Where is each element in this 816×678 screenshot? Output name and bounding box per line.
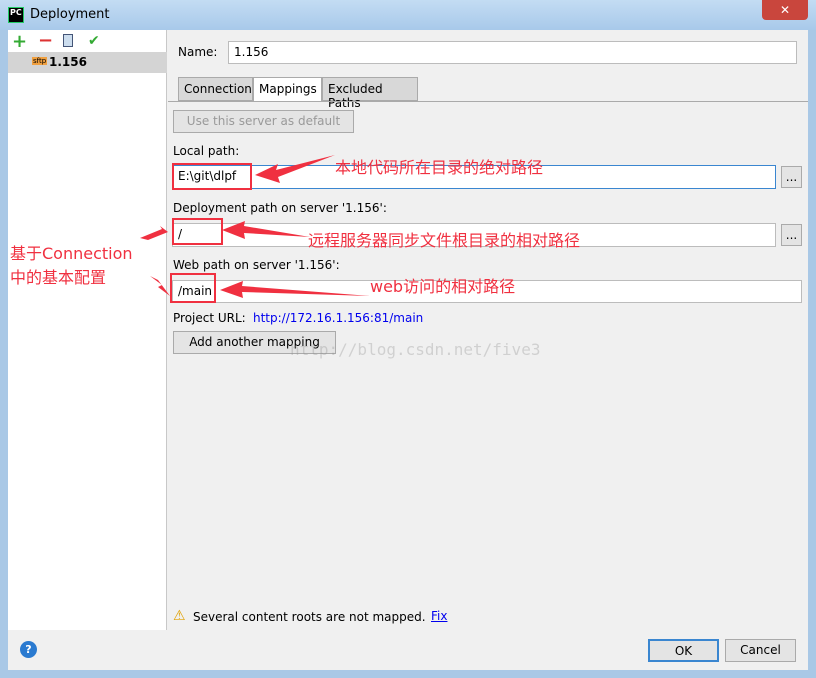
annotation-left-1: 基于Connection	[10, 244, 133, 263]
annotation-arrows	[140, 155, 370, 298]
annotation-deploy: 远程服务器同步文件根目录的相对路径	[308, 231, 581, 250]
cancel-button[interactable]: Cancel	[725, 639, 796, 662]
annotation-local: 本地代码所在目录的绝对路径	[335, 158, 544, 177]
annotation-web: web访问的相对路径	[370, 277, 516, 296]
help-button[interactable]: ?	[20, 641, 37, 658]
warning-text: Several content roots are not mapped.	[193, 610, 426, 624]
annotation-left-2: 中的基本配置	[10, 268, 107, 287]
fix-link[interactable]: Fix	[431, 609, 447, 623]
ok-button[interactable]: OK	[648, 639, 719, 662]
warning-icon: ⚠	[173, 608, 186, 624]
